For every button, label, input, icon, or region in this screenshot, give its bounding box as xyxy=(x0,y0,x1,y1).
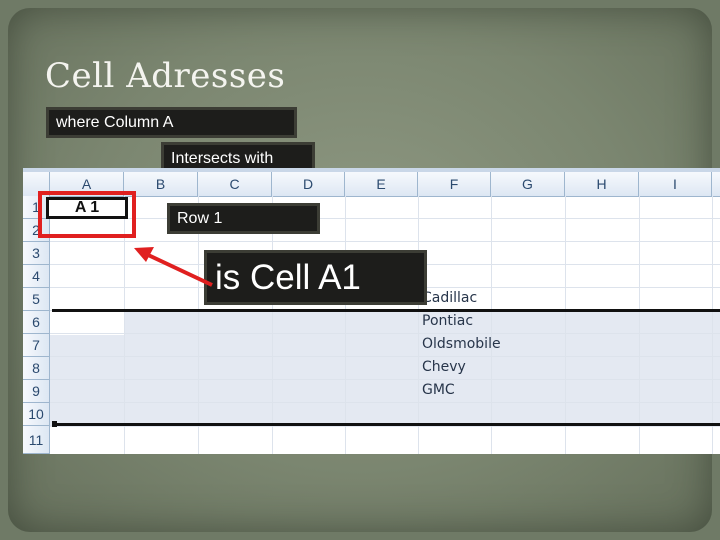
column-header-f[interactable]: F xyxy=(418,172,491,196)
row-header-8[interactable]: 8 xyxy=(23,357,50,380)
result-label-text: is Cell A1 xyxy=(215,258,361,297)
row-header-11[interactable]: 11 xyxy=(23,426,50,454)
grid-col-line xyxy=(491,196,492,454)
grid-col-line xyxy=(418,196,419,454)
column-header-h[interactable]: H xyxy=(565,172,639,196)
selection-line-bottom xyxy=(56,423,720,426)
grid-col-line xyxy=(565,196,566,454)
cell-f8[interactable]: Chevy xyxy=(422,359,466,375)
grid-row-line xyxy=(50,402,720,403)
column-header-i[interactable]: I xyxy=(639,172,712,196)
row-label: Row 1 xyxy=(167,203,320,234)
grid-row-line xyxy=(50,218,720,219)
cell-f7[interactable]: Oldsmobile xyxy=(422,336,501,352)
selection-line-top xyxy=(52,309,720,312)
white-cell-a6 xyxy=(50,312,124,335)
intersects-text: Intersects with xyxy=(171,150,274,167)
grid-col-line xyxy=(345,196,346,454)
row-header-9[interactable]: 9 xyxy=(23,380,50,403)
row-header-4[interactable]: 4 xyxy=(23,265,50,288)
column-header-c[interactable]: C xyxy=(198,172,272,196)
grid-row-line xyxy=(50,241,720,242)
grid-row-line xyxy=(50,333,720,334)
row-header-7[interactable]: 7 xyxy=(23,334,50,357)
cell-f5[interactable]: Cadillac xyxy=(422,290,477,306)
fill-handle[interactable] xyxy=(52,421,57,427)
cell-f9[interactable]: GMC xyxy=(422,382,455,398)
where-column-text: where Column A xyxy=(56,114,174,131)
column-header-g[interactable]: G xyxy=(491,172,565,196)
column-header-d[interactable]: D xyxy=(272,172,345,196)
row-header-3[interactable]: 3 xyxy=(23,242,50,265)
grid-col-line xyxy=(712,196,713,454)
row-band-6-10 xyxy=(50,312,720,427)
grid-col-line xyxy=(198,196,199,454)
row-label-text: Row 1 xyxy=(177,210,223,227)
row-header-10[interactable]: 10 xyxy=(23,403,50,426)
grid-row-line xyxy=(50,379,720,380)
grid-col-line xyxy=(272,196,273,454)
where-column-label: where Column A xyxy=(46,107,297,138)
grid-row-line xyxy=(50,356,720,357)
a1-highlight-box xyxy=(38,191,136,238)
row-header-5[interactable]: 5 xyxy=(23,288,50,311)
row-header-6[interactable]: 6 xyxy=(23,311,50,334)
result-label: is Cell A1 xyxy=(204,250,427,305)
grid-col-line xyxy=(639,196,640,454)
cell-f6[interactable]: Pontiac xyxy=(422,313,473,329)
column-header-e[interactable]: E xyxy=(345,172,418,196)
slide-title: Cell Adresses xyxy=(45,56,286,96)
